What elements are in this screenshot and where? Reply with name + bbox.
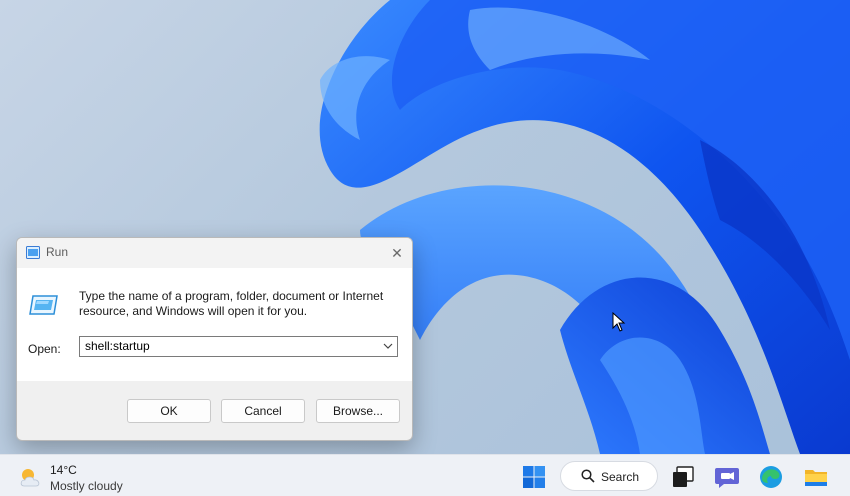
open-input-value[interactable]: shell:startup bbox=[85, 339, 150, 353]
weather-condition[interactable]: Mostly cloudy bbox=[50, 479, 123, 493]
run-dialog: Run ✕ Type the name of a program, folder… bbox=[16, 237, 413, 441]
cancel-button[interactable]: Cancel bbox=[221, 399, 305, 423]
close-button[interactable]: ✕ bbox=[382, 238, 412, 268]
task-view-icon[interactable] bbox=[670, 464, 696, 490]
teams-chat-icon[interactable] bbox=[714, 464, 740, 490]
browse-button[interactable]: Browse... bbox=[316, 399, 400, 423]
partly-cloudy-icon[interactable] bbox=[18, 466, 44, 488]
dialog-description: Type the name of a program, folder, docu… bbox=[79, 289, 384, 318]
window-title: Run bbox=[46, 245, 69, 259]
edge-browser-icon[interactable] bbox=[758, 464, 784, 490]
run-program-icon bbox=[29, 295, 58, 315]
dialog-body: Type the name of a program, folder, docu… bbox=[17, 268, 412, 381]
open-combobox[interactable]: shell:startup bbox=[79, 336, 398, 357]
dialog-button-row: OK Cancel Browse... bbox=[17, 381, 412, 440]
search-label: Search bbox=[601, 470, 640, 484]
mouse-pointer-icon bbox=[612, 312, 626, 332]
title-bar[interactable]: Run ✕ bbox=[17, 238, 412, 268]
search-icon bbox=[581, 469, 595, 483]
file-explorer-icon[interactable] bbox=[803, 464, 829, 490]
weather-temperature[interactable]: 14°C bbox=[50, 463, 77, 477]
chevron-down-icon[interactable] bbox=[383, 340, 393, 352]
run-app-icon bbox=[26, 246, 40, 259]
ok-button[interactable]: OK bbox=[127, 399, 211, 423]
windows-start-icon[interactable] bbox=[521, 464, 547, 490]
open-label: Open: bbox=[28, 342, 61, 356]
taskbar: 14°C Mostly cloudy Search bbox=[0, 454, 850, 496]
close-icon: ✕ bbox=[391, 244, 403, 261]
taskbar-search-box[interactable]: Search bbox=[560, 461, 658, 491]
